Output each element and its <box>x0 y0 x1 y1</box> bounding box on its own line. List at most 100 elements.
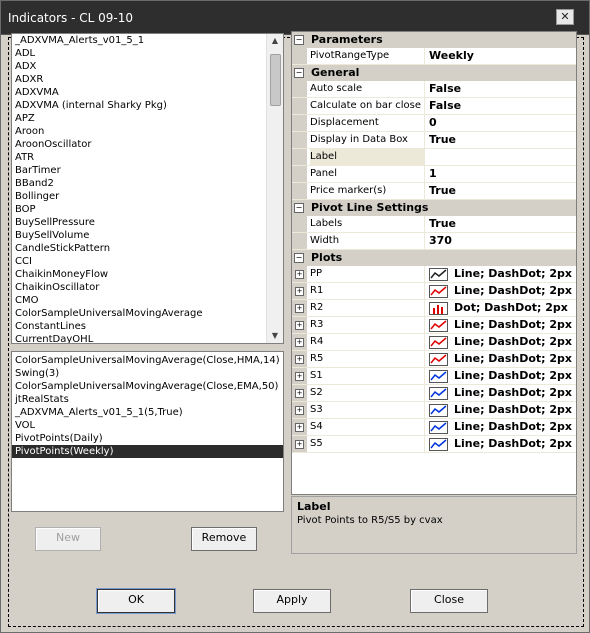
plot-row[interactable]: + R3 Line; DashDot; 2px <box>292 317 576 334</box>
available-indicator-item[interactable]: ADL <box>12 47 267 60</box>
collapse-icon[interactable]: − <box>294 203 304 213</box>
applied-indicator-item[interactable]: _ADXVMA_Alerts_v01_5_1(5,True) <box>12 406 283 419</box>
plot-color-swatch-icon[interactable] <box>429 370 448 383</box>
available-indicator-item[interactable]: BuySellVolume <box>12 229 267 242</box>
applied-indicator-item[interactable]: ColorSampleUniversalMovingAverage(Close,… <box>12 380 283 393</box>
category-plots[interactable]: − Plots <box>292 250 576 266</box>
plot-color-swatch-icon[interactable] <box>429 438 448 451</box>
expand-icon[interactable]: + <box>295 304 304 313</box>
available-indicator-item[interactable]: APZ <box>12 112 267 125</box>
plot-color-swatch-icon[interactable] <box>429 353 448 366</box>
expand-icon[interactable]: + <box>295 389 304 398</box>
available-indicator-item[interactable]: ADXR <box>12 73 267 86</box>
property-grid[interactable]: − Parameters PivotRangeType Weekly − General A… <box>291 31 577 495</box>
available-indicator-item[interactable]: ColorSampleUniversalMovingAverage <box>12 307 267 320</box>
plot-color-swatch-icon[interactable] <box>429 285 448 298</box>
available-indicator-item[interactable]: ADXVMA <box>12 86 267 99</box>
new-button[interactable]: New <box>35 527 101 551</box>
expand-icon[interactable]: + <box>295 270 304 279</box>
property-value[interactable]: Line; DashDot; 2px <box>454 334 572 350</box>
available-indicator-item[interactable]: ChaikinOscillator <box>12 281 267 294</box>
available-indicator-item[interactable]: BarTimer <box>12 164 267 177</box>
available-indicator-item[interactable]: AroonOscillator <box>12 138 267 151</box>
plot-color-swatch-icon[interactable] <box>429 421 448 434</box>
property-value[interactable]: Line; DashDot; 2px <box>454 351 572 367</box>
property-row[interactable]: Price marker(s) True <box>292 183 576 200</box>
expand-icon[interactable]: + <box>295 355 304 364</box>
applied-indicator-item[interactable]: VOL <box>12 419 283 432</box>
property-value[interactable]: False <box>429 98 461 114</box>
property-value[interactable]: Line; DashDot; 2px <box>454 419 572 435</box>
expand-icon[interactable]: + <box>295 423 304 432</box>
collapse-icon[interactable]: − <box>294 68 304 78</box>
property-value[interactable]: Line; DashDot; 2px <box>454 283 572 299</box>
applied-indicator-item[interactable]: PivotPoints(Daily) <box>12 432 283 445</box>
plot-row[interactable]: + R5 Line; DashDot; 2px <box>292 351 576 368</box>
plot-color-swatch-icon[interactable] <box>429 268 448 281</box>
scroll-thumb[interactable] <box>270 54 281 106</box>
available-indicator-item[interactable]: BBand2 <box>12 177 267 190</box>
property-row[interactable]: Labels True <box>292 216 576 233</box>
property-value[interactable]: True <box>429 132 456 148</box>
available-indicator-item[interactable]: BOP <box>12 203 267 216</box>
property-row[interactable]: Auto scale False <box>292 81 576 98</box>
available-indicator-item[interactable]: ADXVMA (internal Sharky Pkg) <box>12 99 267 112</box>
available-indicator-item[interactable]: CurrentDayOHL <box>12 333 267 343</box>
category-pivot-line-settings[interactable]: − Pivot Line Settings <box>292 200 576 216</box>
applied-indicators-list[interactable]: ColorSampleUniversalMovingAverage(Close,… <box>11 351 284 512</box>
property-value[interactable]: Dot; DashDot; 2px <box>454 300 568 316</box>
expand-icon[interactable]: + <box>295 338 304 347</box>
property-row[interactable]: Calculate on bar close False <box>292 98 576 115</box>
property-value[interactable]: Line; DashDot; 2px <box>454 385 572 401</box>
apply-button[interactable]: Apply <box>253 589 331 613</box>
close-window-button[interactable]: ✕ <box>556 9 574 25</box>
property-value[interactable]: Line; DashDot; 2px <box>454 368 572 384</box>
plot-color-swatch-icon[interactable] <box>429 404 448 417</box>
property-value[interactable]: False <box>429 81 461 97</box>
property-row[interactable]: Panel 1 <box>292 166 576 183</box>
title-bar[interactable]: Indicators - CL 09-10 ✕ <box>1 1 589 35</box>
property-row[interactable]: Width 370 <box>292 233 576 250</box>
scroll-up-icon[interactable]: ▲ <box>267 34 283 48</box>
expand-icon[interactable]: + <box>295 440 304 449</box>
remove-button[interactable]: Remove <box>191 527 257 551</box>
plot-color-swatch-icon[interactable] <box>429 336 448 349</box>
available-indicator-item[interactable]: ADX <box>12 60 267 73</box>
expand-icon[interactable]: + <box>295 321 304 330</box>
property-value[interactable]: 370 <box>429 233 452 249</box>
expand-icon[interactable]: + <box>295 372 304 381</box>
available-indicator-item[interactable]: _ADXVMA_Alerts_v01_5_1 <box>12 34 267 47</box>
property-value[interactable]: Line; DashDot; 2px <box>454 266 572 282</box>
plot-row[interactable]: + R1 Line; DashDot; 2px <box>292 283 576 300</box>
plot-row[interactable]: + S4 Line; DashDot; 2px <box>292 419 576 436</box>
applied-indicator-item[interactable]: ColorSampleUniversalMovingAverage(Close,… <box>12 354 283 367</box>
plot-row[interactable]: + R4 Line; DashDot; 2px <box>292 334 576 351</box>
available-indicator-item[interactable]: CCI <box>12 255 267 268</box>
property-row[interactable]: Label <box>292 149 576 166</box>
category-general[interactable]: − General <box>292 65 576 81</box>
property-value[interactable]: Line; DashDot; 2px <box>454 402 572 418</box>
available-indicator-item[interactable]: Bollinger <box>12 190 267 203</box>
plot-color-swatch-icon[interactable] <box>429 302 448 315</box>
property-row[interactable]: Display in Data Box True <box>292 132 576 149</box>
available-indicator-item[interactable]: BuySellPressure <box>12 216 267 229</box>
property-value[interactable]: Line; DashDot; 2px <box>454 317 572 333</box>
plot-row[interactable]: + S3 Line; DashDot; 2px <box>292 402 576 419</box>
property-row[interactable]: Displacement 0 <box>292 115 576 132</box>
plot-color-swatch-icon[interactable] <box>429 387 448 400</box>
available-indicator-item[interactable]: Aroon <box>12 125 267 138</box>
plot-row[interactable]: + S1 Line; DashDot; 2px <box>292 368 576 385</box>
scroll-down-icon[interactable]: ▼ <box>267 329 283 343</box>
plot-row[interactable]: + R2 Dot; DashDot; 2px <box>292 300 576 317</box>
available-indicators-list[interactable]: _ADXVMA_Alerts_v01_5_1 ADL ADX ADXR ADXVMA AD… <box>11 33 284 344</box>
applied-indicator-item[interactable]: jtRealStats <box>12 393 283 406</box>
available-indicator-item[interactable]: CandleStickPattern <box>12 242 267 255</box>
property-value[interactable]: 1 <box>429 166 437 182</box>
plot-row[interactable]: + S5 Line; DashDot; 2px <box>292 436 576 453</box>
applied-indicator-item[interactable]: Swing(3) <box>12 367 283 380</box>
close-button[interactable]: Close <box>410 589 488 613</box>
property-value[interactable]: True <box>429 216 456 232</box>
plot-color-swatch-icon[interactable] <box>429 319 448 332</box>
expand-icon[interactable]: + <box>295 406 304 415</box>
property-value[interactable]: True <box>429 183 456 199</box>
